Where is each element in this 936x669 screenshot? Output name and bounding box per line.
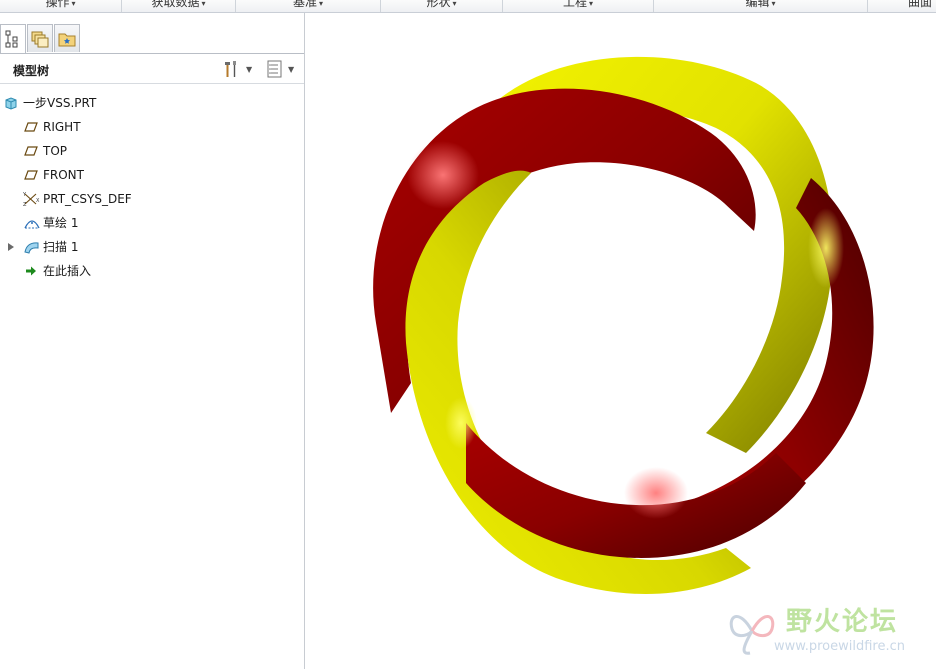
list-settings-icon (267, 60, 282, 78)
tree-item-label: FRONT (43, 168, 84, 182)
tree-item-label: 在此插入 (43, 264, 92, 278)
watermark: 野火论坛 www.proewildfire.cn (718, 601, 928, 661)
tab-favorites[interactable] (54, 24, 80, 52)
tree-item-label: 扫描 1 (43, 240, 79, 254)
tab-model-tree[interactable] (0, 24, 26, 53)
tree-show-button[interactable]: ▼ (266, 58, 294, 80)
navigator-panel: 模型树 ▼ ▼ 一步VSS.PRT RIGHT TOP FRONT Y Z X … (0, 13, 305, 669)
specular-highlight (808, 208, 844, 288)
chevron-down-icon: ▾ (771, 0, 776, 8)
chevron-down-icon: ▾ (319, 0, 324, 8)
tree-item-right-plane[interactable]: RIGHT (0, 115, 300, 139)
datum-plane-icon (24, 170, 38, 180)
tree-item-label: PRT_CSYS_DEF (43, 192, 132, 206)
tree-item-sweep[interactable]: 扫描 1 (0, 235, 300, 259)
ribbon-group-label: 曲面 (907, 0, 932, 9)
coordinate-system-icon: Y Z X (22, 192, 40, 207)
svg-text:Z: Z (23, 202, 27, 207)
graphics-viewport[interactable]: 野火论坛 www.proewildfire.cn (306, 13, 936, 669)
ribbon-group-surfaces[interactable]: 曲面 (868, 0, 936, 12)
tree-item-csys[interactable]: Y Z X PRT_CSYS_DEF (0, 187, 300, 211)
datum-plane-icon (24, 122, 38, 132)
ribbon-group-label: 获取数据 (151, 0, 200, 9)
chevron-down-icon: ▾ (452, 0, 457, 8)
part-icon (5, 97, 17, 110)
specular-highlight (407, 141, 479, 209)
ribbon-group-label: 形状 (426, 0, 451, 9)
watermark-brand: 野火论坛 (786, 607, 899, 637)
favorites-folder-icon (58, 33, 76, 46)
chevron-down-icon: ▼ (288, 64, 295, 74)
layers-icon (31, 31, 49, 47)
tree-item-part[interactable]: 一步VSS.PRT (0, 91, 300, 115)
datum-plane-icon (24, 146, 38, 156)
chevron-down-icon: ▾ (201, 0, 206, 8)
app-window: 操作 ▾ 获取数据 ▾ 基准 ▾ 形状 ▾ 工程 ▾ 编辑 ▾ 曲面 模型树 ▼… (0, 0, 936, 669)
tree-item-top-plane[interactable]: TOP (0, 139, 300, 163)
model-tree-icon (5, 30, 18, 48)
svg-text:X: X (36, 198, 40, 204)
tree-item-sketch[interactable]: 草绘 1 (0, 211, 300, 235)
tools-icon (225, 61, 236, 77)
tree-item-label: RIGHT (43, 120, 81, 134)
ribbon-group-datum[interactable]: 基准 ▾ (236, 0, 381, 12)
chevron-down-icon: ▾ (589, 0, 594, 8)
tree-item-front-plane[interactable]: FRONT (0, 163, 300, 187)
ribbon-group-shapes[interactable]: 形状 ▾ (381, 0, 503, 12)
specular-highlight (445, 397, 477, 449)
tree-item-label: 草绘 1 (43, 216, 79, 230)
sketch-icon (24, 220, 40, 229)
ribbon-group-label: 操作 (45, 0, 70, 9)
twisted-ring-model[interactable] (306, 13, 936, 669)
insert-here-arrow-icon (26, 266, 36, 276)
tree-item-insert-here[interactable]: 在此插入 (0, 259, 300, 283)
tree-item-label: TOP (43, 144, 68, 158)
tree-settings-button[interactable]: ▼ (222, 58, 252, 80)
watermark-url: www.proewildfire.cn (774, 639, 905, 654)
ribbon-group-editing[interactable]: 编辑 ▾ (654, 0, 868, 12)
ribbon-group-operations[interactable]: 操作 ▾ (0, 0, 122, 12)
ribbon-group-bar: 操作 ▾ 获取数据 ▾ 基准 ▾ 形状 ▾ 工程 ▾ 编辑 ▾ 曲面 (0, 0, 936, 13)
model-tree: 一步VSS.PRT RIGHT TOP FRONT Y Z X PRT_CSYS… (0, 91, 300, 283)
model-tree-header: 模型树 ▼ ▼ (0, 53, 304, 84)
tree-item-label: 一步VSS.PRT (23, 96, 97, 110)
specular-highlight (624, 467, 688, 519)
model-tree-title: 模型树 (13, 64, 50, 78)
ribbon-group-engineering[interactable]: 工程 ▾ (503, 0, 654, 12)
chevron-down-icon: ▼ (246, 64, 253, 74)
sweep-icon (24, 242, 39, 254)
expand-arrow-icon[interactable] (8, 243, 14, 251)
ribbon-group-label: 工程 (562, 0, 587, 9)
navigator-tabs (0, 24, 81, 53)
ribbon-group-get-data[interactable]: 获取数据 ▾ (122, 0, 236, 12)
chevron-down-icon: ▾ (71, 0, 76, 8)
tab-layers[interactable] (27, 24, 53, 52)
ribbon-group-label: 基准 (292, 0, 317, 9)
butterfly-logo-icon (729, 615, 775, 655)
ribbon-group-label: 编辑 (745, 0, 770, 9)
